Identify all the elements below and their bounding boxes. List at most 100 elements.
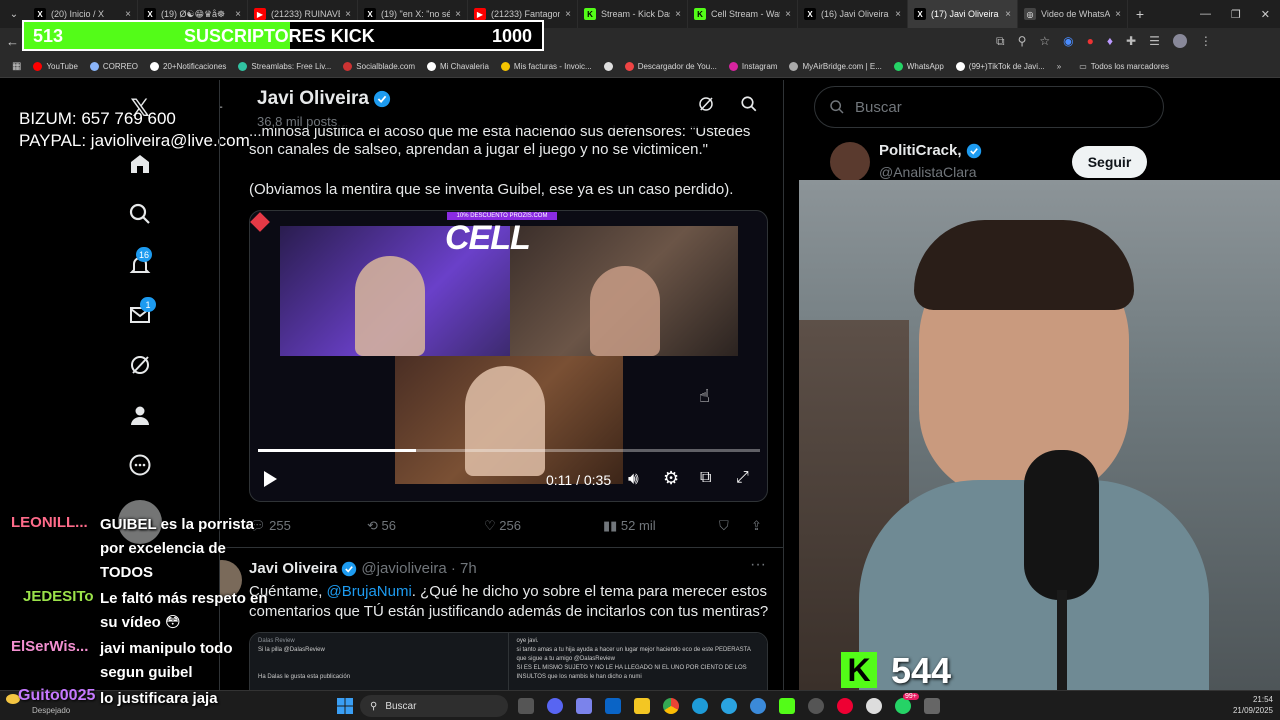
close-icon[interactable]: × — [785, 9, 791, 20]
kick-app-icon[interactable] — [779, 698, 795, 714]
bookmark-facturas[interactable]: Mis facturas - Invoic... — [500, 62, 592, 71]
close-icon[interactable]: × — [895, 9, 901, 20]
close-window-icon[interactable]: ✕ — [1261, 8, 1270, 21]
app-icon[interactable] — [866, 698, 882, 714]
telegram-icon[interactable] — [721, 698, 737, 714]
teams-icon[interactable] — [576, 698, 592, 714]
avatar[interactable] — [830, 142, 870, 182]
grok-icon[interactable] — [127, 352, 153, 378]
extension-icon[interactable]: ● — [1087, 34, 1094, 49]
file-explorer-icon[interactable] — [634, 698, 650, 714]
browser-tab-8[interactable]: X (16) Javi Oliveira × — [798, 0, 908, 28]
search-input[interactable]: Buscar — [814, 86, 1164, 128]
home-icon[interactable] — [127, 151, 153, 177]
explore-search-icon[interactable] — [127, 201, 153, 227]
back-arrow-icon[interactable]: ← — [6, 34, 19, 49]
views-button[interactable]: ▮▮ 52 mil — [603, 518, 656, 534]
close-icon[interactable]: × — [565, 9, 571, 20]
clock[interactable]: 21:54 21/09/2025 — [1205, 694, 1273, 716]
outlook-icon[interactable] — [605, 698, 621, 714]
reading-list-icon[interactable]: ☰ — [1149, 34, 1160, 49]
bookmark-descargador[interactable]: Descargador de You... — [624, 62, 717, 71]
bookmark-label: CORREO — [102, 62, 139, 71]
browser-tab-10[interactable]: ◎ Video de WhatsAp × — [1018, 0, 1128, 28]
extensions-puzzle-icon[interactable]: ✚ — [1126, 34, 1136, 49]
close-icon[interactable]: × — [125, 9, 131, 20]
x-logo-icon: X — [804, 8, 816, 20]
grok-icon[interactable] — [697, 95, 715, 118]
taskbar-search-input[interactable]: ⚲ Buscar — [360, 695, 508, 717]
bookmark-notificaciones[interactable]: 20+Notificaciones — [150, 62, 226, 71]
bookmark-label: Socialblade.com — [356, 62, 415, 71]
close-icon[interactable]: × — [235, 9, 241, 20]
bookmark-chavaleria[interactable]: Mi Chavaleria — [426, 62, 489, 71]
install-icon[interactable]: ⧉ — [996, 34, 1005, 49]
new-tab-button[interactable]: + — [1128, 6, 1152, 22]
youtube-icon — [33, 62, 43, 71]
bookmark-tiktok[interactable]: (99+)TikTok de Javi... — [955, 62, 1045, 71]
bookmark-instagram[interactable]: Instagram — [728, 62, 777, 71]
suggest-name-row[interactable]: PolitiCrack, — [879, 142, 982, 159]
app-icon[interactable] — [837, 698, 853, 714]
close-icon[interactable]: × — [675, 9, 681, 20]
close-icon[interactable]: × — [1115, 9, 1121, 20]
follow-button[interactable]: Seguir — [1072, 146, 1147, 178]
post-more-icon[interactable]: ··· — [750, 556, 766, 574]
chat-username: Guito0025 — [18, 687, 96, 704]
bookmark-whatsapp[interactable]: WhatsApp — [893, 62, 944, 71]
bookmark-myairbridge[interactable]: MyAirBridge.com | E... — [789, 62, 882, 71]
snipping-tool-icon[interactable] — [924, 698, 940, 714]
viewer-count: 544 — [891, 650, 952, 690]
bookmark-globe[interactable] — [603, 62, 613, 71]
tiktok-icon — [955, 62, 965, 71]
edge-icon[interactable] — [692, 698, 708, 714]
browser-icon[interactable] — [750, 698, 766, 714]
close-icon[interactable]: × — [455, 9, 461, 20]
bookmark-streamlabs[interactable]: Streamlabs: Free Liv... — [238, 62, 331, 71]
share-icon[interactable]: ⇪ — [751, 518, 762, 534]
browser-tab-9-active[interactable]: X (17) Javi Oliveira × — [908, 0, 1018, 28]
profile-person-icon[interactable] — [127, 402, 153, 428]
profile-avatar[interactable] — [1172, 34, 1187, 48]
maximize-icon[interactable]: ❐ — [1231, 8, 1241, 21]
extension-icon[interactable]: ◉ — [1063, 34, 1073, 49]
settings-gear-icon[interactable]: ⚙ — [663, 468, 679, 489]
video-progress-track[interactable] — [258, 449, 760, 452]
browser-tab-6[interactable]: K Stream - Kick Das × — [578, 0, 688, 28]
repost-button[interactable]: ⟲ 56 — [367, 518, 396, 534]
bookmark-label: Todos los marcadores — [1090, 62, 1170, 71]
extension-icon[interactable]: ♦ — [1107, 34, 1113, 49]
chrome-icon[interactable] — [663, 698, 679, 714]
apps-grid-icon[interactable]: ▦ — [12, 61, 21, 72]
like-button[interactable]: ♡ 256 — [484, 518, 521, 534]
browser-tab-7[interactable]: K Cell Stream - Wat × — [688, 0, 798, 28]
mention-link[interactable]: @BrujaNumi — [327, 583, 412, 600]
star-icon[interactable]: ☆ — [1039, 34, 1050, 49]
obs-icon[interactable] — [808, 698, 824, 714]
discord-icon[interactable] — [547, 698, 563, 714]
bookmark-socialblade[interactable]: Socialblade.com — [343, 62, 415, 71]
zoom-icon[interactable]: ⚲ — [1018, 34, 1027, 49]
bookmark-label: MyAirBridge.com | E... — [802, 62, 882, 71]
minimize-icon[interactable]: — — [1200, 8, 1211, 21]
bookmark-correo[interactable]: CORREO — [89, 62, 139, 71]
close-icon[interactable]: × — [1005, 9, 1011, 20]
video-player[interactable]: 10% DESCUENTO PROZIS.COM CELL 0:11 / 0:3… — [249, 210, 768, 502]
bookmark-folder-all[interactable]: ▭ Todos los marcadores — [1079, 62, 1169, 71]
whatsapp-icon[interactable] — [895, 698, 911, 714]
bookmark-youtube[interactable]: YouTube — [33, 62, 78, 71]
bookmark-icon[interactable]: ⛉ — [719, 518, 729, 534]
play-icon[interactable] — [264, 471, 277, 487]
windows-start-icon[interactable] — [337, 698, 353, 714]
pip-icon[interactable]: ⧉ — [700, 469, 711, 487]
back-arrow-icon[interactable]: ← — [220, 94, 226, 115]
volume-icon[interactable]: 🔊︎ — [628, 469, 639, 489]
search-icon[interactable] — [740, 95, 758, 118]
close-icon[interactable]: × — [345, 9, 351, 20]
more-options-icon[interactable] — [127, 452, 153, 478]
fullscreen-icon[interactable]: ⤢ — [736, 469, 749, 487]
task-view-icon[interactable] — [518, 698, 534, 714]
more-bookmarks-icon[interactable]: » — [1057, 62, 1061, 71]
taskbar-search-label: Buscar — [385, 700, 417, 712]
browser-menu-icon[interactable]: ⋮ — [1200, 34, 1212, 49]
